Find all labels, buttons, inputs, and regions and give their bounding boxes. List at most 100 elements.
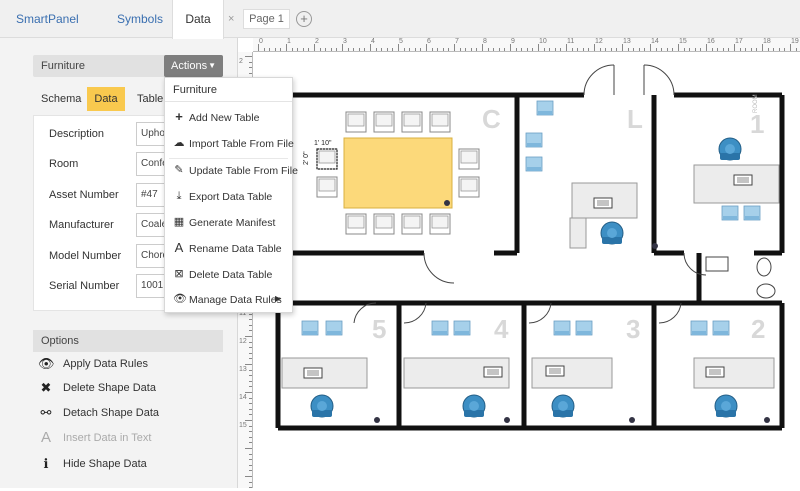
ruler-tick [249,403,252,405]
ruler-tick [420,48,422,51]
menu-item-label: Delete Data Table [189,269,273,281]
serial-number-label: Serial Number [49,280,120,292]
ruler-tick [728,48,730,51]
ruler-tick [672,48,674,51]
ruler-tick [249,464,252,466]
ruler-tick [504,48,506,51]
subtab-schema[interactable]: Schema [41,87,81,111]
ruler-tick [734,44,735,51]
subtab-data[interactable]: Data [87,87,125,111]
ruler-tick [336,48,338,51]
ruler-tick [470,48,472,51]
ruler-tick [392,48,394,51]
ruler-tick [605,48,607,51]
ruler-tick [762,44,763,51]
ruler-tick [599,48,601,51]
actions-menu: Furniture + Add New Table ☁ Import Table… [164,77,298,313]
room-label-5: 5 [372,314,386,344]
dimension-depth: 2' 0" [303,151,310,165]
delete-table-item[interactable]: ⊠ Delete Data Table [165,264,292,286]
close-icon[interactable]: × [228,13,234,25]
ruler-tick [274,48,276,51]
ruler-tick [245,476,252,477]
ruler-tick [319,48,321,51]
ruler-tick [347,48,349,51]
tab-smartpanel[interactable]: SmartPanel [16,0,79,38]
ruler-tick [280,48,282,51]
ruler-tick [526,48,528,51]
ruler-tick-label: 15 [239,422,247,429]
tab-symbols[interactable]: Symbols [117,0,163,38]
ruler-tick [249,313,252,315]
ruler-tick-label: 1 [287,38,291,45]
ruler-tick [515,48,517,51]
subtab-table[interactable]: Table [137,87,163,111]
ruler-tick [549,48,551,51]
floor-plan[interactable]: 1' 10" 2' 0" C L 1 ROOM 5 4 3 2 [254,53,800,488]
ruler-tick [386,48,388,51]
ruler-tick [249,431,252,433]
rename-table-item[interactable]: A Rename Data Table [165,238,292,260]
ruler-tick [398,44,399,51]
option-label: Detach Shape Data [63,407,160,419]
ruler-tick [773,48,775,51]
room-label-4: 4 [494,314,509,344]
ruler-tick [678,44,679,51]
ruler-tick [358,48,360,51]
horizontal-ruler[interactable]: 0 1 2 3 4 5 6 7 8 9 10 11 12 13 14 15 16 17 18 19 [253,38,800,52]
ruler-tick [258,44,259,51]
export-table-item[interactable]: ⤓ Export Data Table [165,186,292,208]
ruler-tick [700,48,702,51]
ruler-tick [403,48,405,51]
ruler-tick [414,48,416,51]
tab-page-1[interactable]: Page 1 [243,9,290,29]
ruler-tick [694,48,696,51]
ruler-tick-label: 16 [707,38,715,45]
ruler-tick [767,48,769,51]
edit-icon: ✎ [174,164,184,176]
import-table-item[interactable]: ☁ Import Table From File [165,133,294,155]
ruler-tick [582,48,584,51]
ruler-tick-label: 15 [679,38,687,45]
ruler-tick-label: 12 [239,338,247,345]
ruler-tick [245,448,252,449]
ruler-tick [245,420,252,421]
room-label-3: 3 [626,314,640,344]
actions-button[interactable]: Actions ▼ [164,55,223,77]
ruler-tick-label: 3 [343,38,347,45]
ruler-tick [610,48,612,51]
ruler-tick [245,56,252,57]
menu-item-label: Import Table From File [189,138,294,150]
ruler-tick-label: 17 [735,38,743,45]
ruler-tick [717,48,719,51]
model-number-label: Model Number [49,250,122,262]
ruler-tick-label: 9 [511,38,515,45]
ruler-tick [594,44,595,51]
ruler-tick-label: 5 [399,38,403,45]
panel-tabs: SmartPanel Symbols Data × [0,0,238,39]
ruler-tick [538,44,539,51]
add-new-table-item[interactable]: + Add New Table [165,107,292,129]
drawing-canvas[interactable]: 1' 10" 2' 0" C L 1 ROOM 5 4 3 2 [254,53,800,488]
tab-data[interactable]: Data [172,0,224,39]
ruler-tick [577,48,579,51]
manage-data-rules-item[interactable]: 👁 Manage Data Rules ▶ [165,289,292,311]
ruler-tick [711,48,713,51]
option-label: Apply Data Rules [63,358,148,370]
ruler-tick [493,48,495,51]
ruler-tick [269,48,271,51]
generate-manifest-item[interactable]: ▦ Generate Manifest [165,212,292,234]
ruler-tick-label: 0 [259,38,263,45]
ruler-tick [616,48,618,51]
option-label: Hide Shape Data [63,458,147,470]
ruler-tick [638,48,640,51]
ruler-tick [330,48,332,51]
ruler-tick [249,380,252,382]
ruler-tick [297,48,299,51]
ruler-tick [498,48,500,51]
room-label-2: 2 [751,314,765,344]
ruler-tick [722,48,724,51]
update-table-item[interactable]: ✎ Update Table From File [165,160,298,182]
add-page-button[interactable]: + [296,11,312,27]
ruler-tick [249,481,252,483]
